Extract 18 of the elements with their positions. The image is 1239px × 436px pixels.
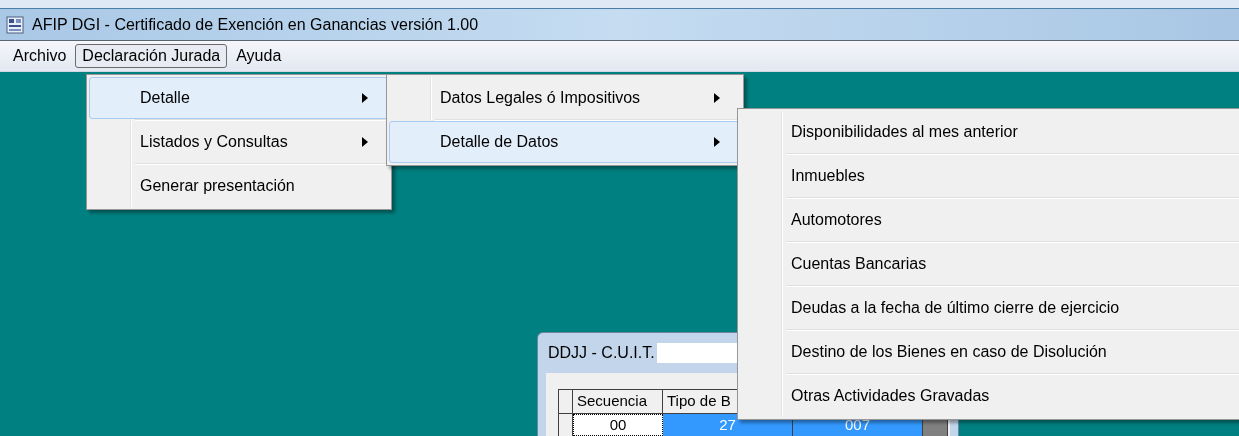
menu-item[interactable]: Inmuebles <box>740 155 1239 197</box>
menu-bar-item[interactable]: Declaración Jurada <box>75 44 228 68</box>
menu-item[interactable]: Deudas a la fecha de último cierre de ejercicio <box>740 287 1239 329</box>
menu-item[interactable]: Listados y Consultas <box>89 121 389 163</box>
menu-item[interactable]: Destino de los Bienes en caso de Disolución <box>740 331 1239 373</box>
table-cell: 00 <box>573 414 663 436</box>
menu-item[interactable]: Generar presentación <box>89 165 389 207</box>
menu-bar-item[interactable]: Archivo <box>6 44 74 68</box>
menu-item[interactable]: Detalle <box>89 77 389 119</box>
menu-bar-item[interactable]: Ayuda <box>229 44 289 68</box>
menu-item[interactable]: Cuentas Bancarias <box>740 243 1239 285</box>
menu-item[interactable]: Datos Legales ó Impositivos <box>389 77 741 119</box>
window-title: AFIP DGI - Certificado de Exención en Ganancias versión 1.00 <box>32 14 479 35</box>
row-header[interactable] <box>559 414 573 436</box>
app-icon <box>6 15 24 34</box>
menu-item[interactable]: Automotores <box>740 199 1239 241</box>
child-window-title: DDJJ - C.U.I.T. <box>548 343 655 363</box>
menu-item[interactable]: Disponibilidades al mes anterior <box>740 111 1239 153</box>
